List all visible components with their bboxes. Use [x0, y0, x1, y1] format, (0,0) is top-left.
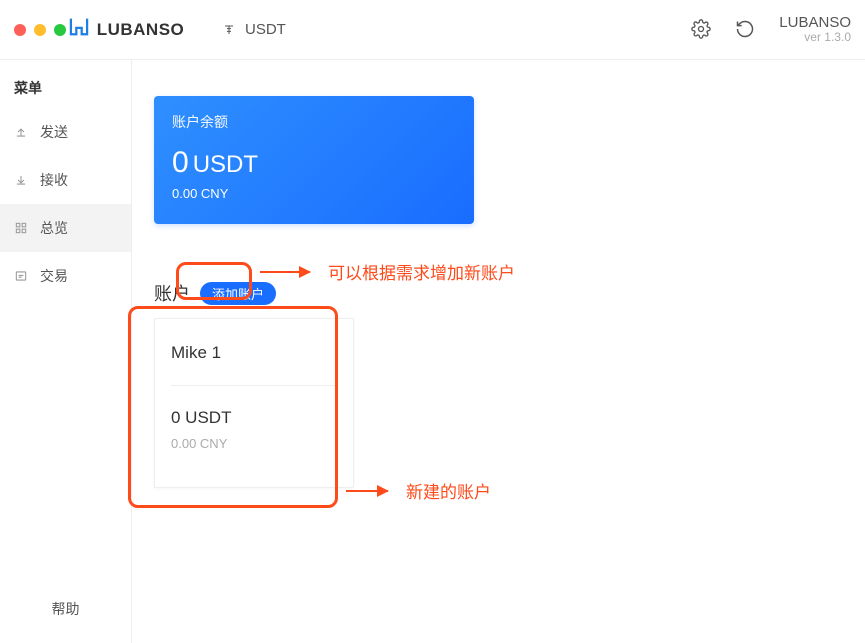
- refresh-button[interactable]: [735, 19, 755, 39]
- annotation-text-2: 新建的账户: [406, 478, 491, 503]
- brand-logo: LUBANSO: [66, 18, 186, 41]
- download-icon: [14, 173, 28, 187]
- close-window-button[interactable]: [14, 24, 26, 36]
- sidebar-item-transactions[interactable]: 交易: [0, 252, 131, 300]
- accounts-title: 账户: [154, 280, 190, 306]
- sidebar-item-send[interactable]: 发送: [0, 108, 131, 156]
- settings-button[interactable]: [691, 19, 711, 39]
- tether-icon: [221, 22, 237, 38]
- brand-name: LUBANSO: [97, 20, 185, 40]
- balance-label: 账户余额: [172, 112, 456, 132]
- coin-selector[interactable]: USDT: [221, 21, 286, 38]
- window-controls: [14, 24, 66, 36]
- main-content: 账户余额 0USDT 0.00 CNY 账户 添加账户 Mike 1 0 USD…: [132, 60, 865, 643]
- sidebar-item-label: 总览: [40, 218, 68, 238]
- sidebar-title: 菜单: [0, 78, 131, 108]
- account-name: Mike 1: [171, 343, 337, 363]
- add-account-button[interactable]: 添加账户: [200, 282, 276, 305]
- titlebar: LUBANSO USDT LUBANSO ver 1.3.0: [0, 0, 865, 60]
- sidebar-item-label: 交易: [40, 266, 68, 286]
- account-sub: 0.00 CNY: [171, 436, 337, 451]
- upload-icon: [14, 125, 28, 139]
- sidebar-item-label: 发送: [40, 122, 68, 142]
- grid-icon: [14, 221, 28, 235]
- annotation-arrow-1: 可以根据需求增加新账户: [260, 259, 515, 284]
- account-balance: 0 USDT: [171, 408, 337, 428]
- annotation-text-1: 可以根据需求增加新账户: [328, 259, 515, 284]
- sidebar-help[interactable]: 帮助: [0, 575, 131, 643]
- version-text: ver 1.3.0: [779, 31, 851, 45]
- logo-icon: [68, 18, 90, 41]
- maximize-window-button[interactable]: [54, 24, 66, 36]
- minimize-window-button[interactable]: [34, 24, 46, 36]
- gear-icon: [691, 19, 711, 39]
- balance-card: 账户余额 0USDT 0.00 CNY: [154, 96, 474, 224]
- sidebar-item-receive[interactable]: 接收: [0, 156, 131, 204]
- divider: [171, 385, 337, 386]
- coin-label: USDT: [245, 21, 286, 38]
- sidebar-item-label: 接收: [40, 170, 68, 190]
- balance-sub: 0.00 CNY: [172, 186, 456, 201]
- sidebar-item-overview[interactable]: 总览: [0, 204, 131, 252]
- brand-right-name: LUBANSO: [779, 14, 851, 31]
- annotation-arrow-2: 新建的账户: [346, 478, 491, 503]
- account-card[interactable]: Mike 1 0 USDT 0.00 CNY: [154, 318, 354, 488]
- balance-amount: 0USDT: [172, 146, 456, 180]
- refresh-icon: [735, 19, 755, 39]
- sidebar: 菜单 发送 接收 总览 交易 帮助: [0, 60, 132, 643]
- swap-icon: [14, 269, 28, 283]
- brand-version: LUBANSO ver 1.3.0: [779, 14, 851, 45]
